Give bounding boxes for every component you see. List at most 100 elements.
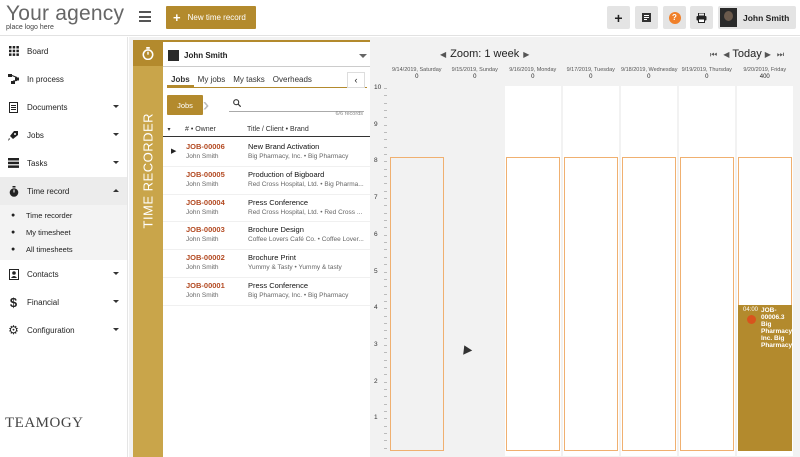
sidebar-item-contacts[interactable]: Contacts — [0, 260, 127, 288]
new-time-record-button[interactable]: + New time record — [166, 6, 256, 29]
plus-icon: + — [173, 9, 181, 25]
day-total: 0 — [705, 74, 709, 80]
working-hours-slot[interactable] — [390, 157, 444, 451]
time-record-event[interactable]: 04:00 JOB-00006.3 Big Pharmacy, Inc. Big … — [738, 305, 792, 451]
hour-tick — [384, 95, 387, 97]
search-input[interactable] — [229, 96, 364, 112]
jobs-panel: John Smith Jobs My jobs My tasks Overhea… — [163, 40, 370, 457]
zoom-out-icon[interactable]: ◀ — [440, 50, 446, 59]
hour-tick — [384, 146, 387, 148]
sidebar-subitem-my-timesheet[interactable]: ● My timesheet — [0, 224, 127, 241]
sidebar-subitem-time-recorder[interactable]: ● Time recorder — [0, 207, 127, 224]
sidebar-item-tasks[interactable]: Tasks — [0, 149, 127, 177]
job-id: JOB-00001 — [186, 280, 225, 290]
job-owner: John Smith — [186, 264, 219, 272]
day-column[interactable] — [389, 86, 445, 456]
dollar-icon: $ — [9, 294, 18, 310]
hour-tick — [384, 344, 387, 346]
sidebar-item-jobs[interactable]: Jobs — [0, 121, 127, 149]
table-row[interactable]: ▶ JOB-00006 John Smith New Brand Activat… — [163, 139, 370, 167]
user-select[interactable]: John Smith — [163, 45, 370, 67]
collapse-panel-button[interactable]: ‹ — [347, 72, 365, 88]
next-icon[interactable]: ▶ — [765, 50, 771, 59]
user-menu-button[interactable]: John Smith — [718, 6, 796, 29]
sidebar-item-documents[interactable]: Documents — [0, 93, 127, 121]
working-hours-slot[interactable] — [506, 157, 560, 451]
add-button[interactable]: + — [607, 6, 630, 29]
hour-tick — [384, 190, 387, 192]
day-column[interactable] — [621, 86, 677, 456]
column-title-client[interactable]: Title / Client • Brand — [238, 126, 309, 133]
chevron-down-icon — [359, 54, 367, 58]
hour-tick — [384, 161, 387, 163]
previous-icon[interactable]: ◀ — [723, 50, 729, 59]
working-hours-slot[interactable] — [680, 157, 734, 451]
filter-chip-jobs[interactable]: Jobs — [167, 95, 203, 115]
gear-icon: ⚙ — [8, 323, 19, 337]
job-id: JOB-00006 — [186, 142, 225, 151]
table-row[interactable]: JOB-00003 John Smith Brochure Design Cof… — [163, 222, 370, 251]
working-hours-slot[interactable] — [564, 157, 618, 451]
week-calendar: ◀ Zoom: 1 week ▶ ⏮ ◀ Today ▶ ⏭ 10 9 8 7 6 5 4 3 2 1 9/1… — [370, 40, 800, 457]
last-page-icon[interactable]: ⏭ — [777, 50, 784, 59]
job-client: Big Pharmacy, Inc. • Big Pharmacy — [248, 153, 349, 160]
printer-icon — [696, 12, 707, 23]
sidebar-item-configuration[interactable]: ⚙ Configuration — [0, 316, 127, 344]
table-row[interactable]: JOB-00005 John Smith Production of Bigbo… — [163, 167, 370, 195]
hour-tick — [384, 154, 387, 156]
sidebar-item-time-record[interactable]: Time record — [0, 177, 127, 205]
hour-tick — [384, 212, 387, 214]
stopwatch-icon[interactable] — [133, 40, 163, 66]
day-total: 0 — [415, 74, 419, 80]
job-title: Brochure Print — [248, 253, 296, 263]
day-column[interactable]: 04:00 JOB-00006.3 Big Pharmacy, Inc. Big … — [737, 86, 793, 456]
day-total: 0 — [647, 74, 651, 80]
chevron-down-icon — [113, 161, 119, 164]
notes-button[interactable] — [635, 6, 658, 29]
sidebar-subitem-label: My timesheet — [26, 228, 71, 237]
day-column[interactable] — [563, 86, 619, 456]
day-date: 9/16/2019, Monday — [509, 67, 557, 73]
day-header: 9/18/2019, Wednesday 0 — [621, 67, 677, 80]
hour-tick — [384, 322, 387, 324]
table-row[interactable]: JOB-00001 John Smith Press Conference Bi… — [163, 278, 370, 306]
day-date: 9/18/2019, Wednesday — [621, 67, 678, 73]
job-list: ▶ JOB-00006 John Smith New Brand Activat… — [163, 139, 370, 306]
zoom-label: Zoom: 1 week — [450, 48, 520, 60]
working-hours-slot[interactable] — [622, 157, 676, 451]
column-number-owner[interactable]: # • Owner — [175, 126, 238, 133]
chevron-down-icon — [113, 300, 119, 303]
brand-logo[interactable]: Your agency place logo here — [6, 3, 124, 32]
sidebar-item-in-process[interactable]: In process — [0, 65, 127, 93]
table-row[interactable]: JOB-00004 John Smith Press Conference Re… — [163, 195, 370, 223]
first-page-icon[interactable]: ⏮ — [710, 50, 717, 59]
row-expand-icon[interactable]: ▶ — [171, 147, 176, 155]
table-row[interactable]: JOB-00002 John Smith Brochure Print Yumm… — [163, 250, 370, 278]
process-icon — [8, 74, 19, 85]
job-id: JOB-00004 — [186, 197, 225, 207]
today-button[interactable]: Today — [732, 48, 761, 60]
tab-my-jobs[interactable]: My jobs — [194, 72, 230, 87]
tab-jobs[interactable]: Jobs — [167, 72, 194, 87]
day-column[interactable] — [447, 86, 503, 456]
zoom-in-icon[interactable]: ▶ — [523, 50, 529, 59]
chevron-down-icon — [113, 328, 119, 331]
hour-tick — [384, 440, 387, 442]
event-time: 04:00 — [743, 307, 759, 313]
hour-label: 5 — [374, 267, 378, 275]
tab-my-tasks[interactable]: My tasks — [229, 72, 269, 87]
sidebar-item-financial[interactable]: $ Financial — [0, 288, 127, 316]
hamburger-menu-icon[interactable] — [139, 11, 151, 22]
sidebar-item-label: Financial — [27, 297, 60, 307]
sidebar-subitem-all-timesheets[interactable]: ● All timesheets — [0, 241, 127, 258]
sort-icon[interactable]: ▾ — [163, 126, 175, 133]
job-client: Coffee Lovers Café Co. • Coffee Lover... — [248, 236, 364, 244]
print-button[interactable] — [690, 6, 713, 29]
tab-overheads[interactable]: Overheads — [269, 72, 316, 87]
day-column[interactable] — [679, 86, 735, 456]
help-button[interactable]: ? — [663, 6, 686, 29]
day-column[interactable] — [505, 86, 561, 456]
hour-tick — [384, 366, 387, 368]
job-owner: John Smith — [186, 291, 219, 299]
sidebar-item-board[interactable]: Board — [0, 37, 127, 65]
